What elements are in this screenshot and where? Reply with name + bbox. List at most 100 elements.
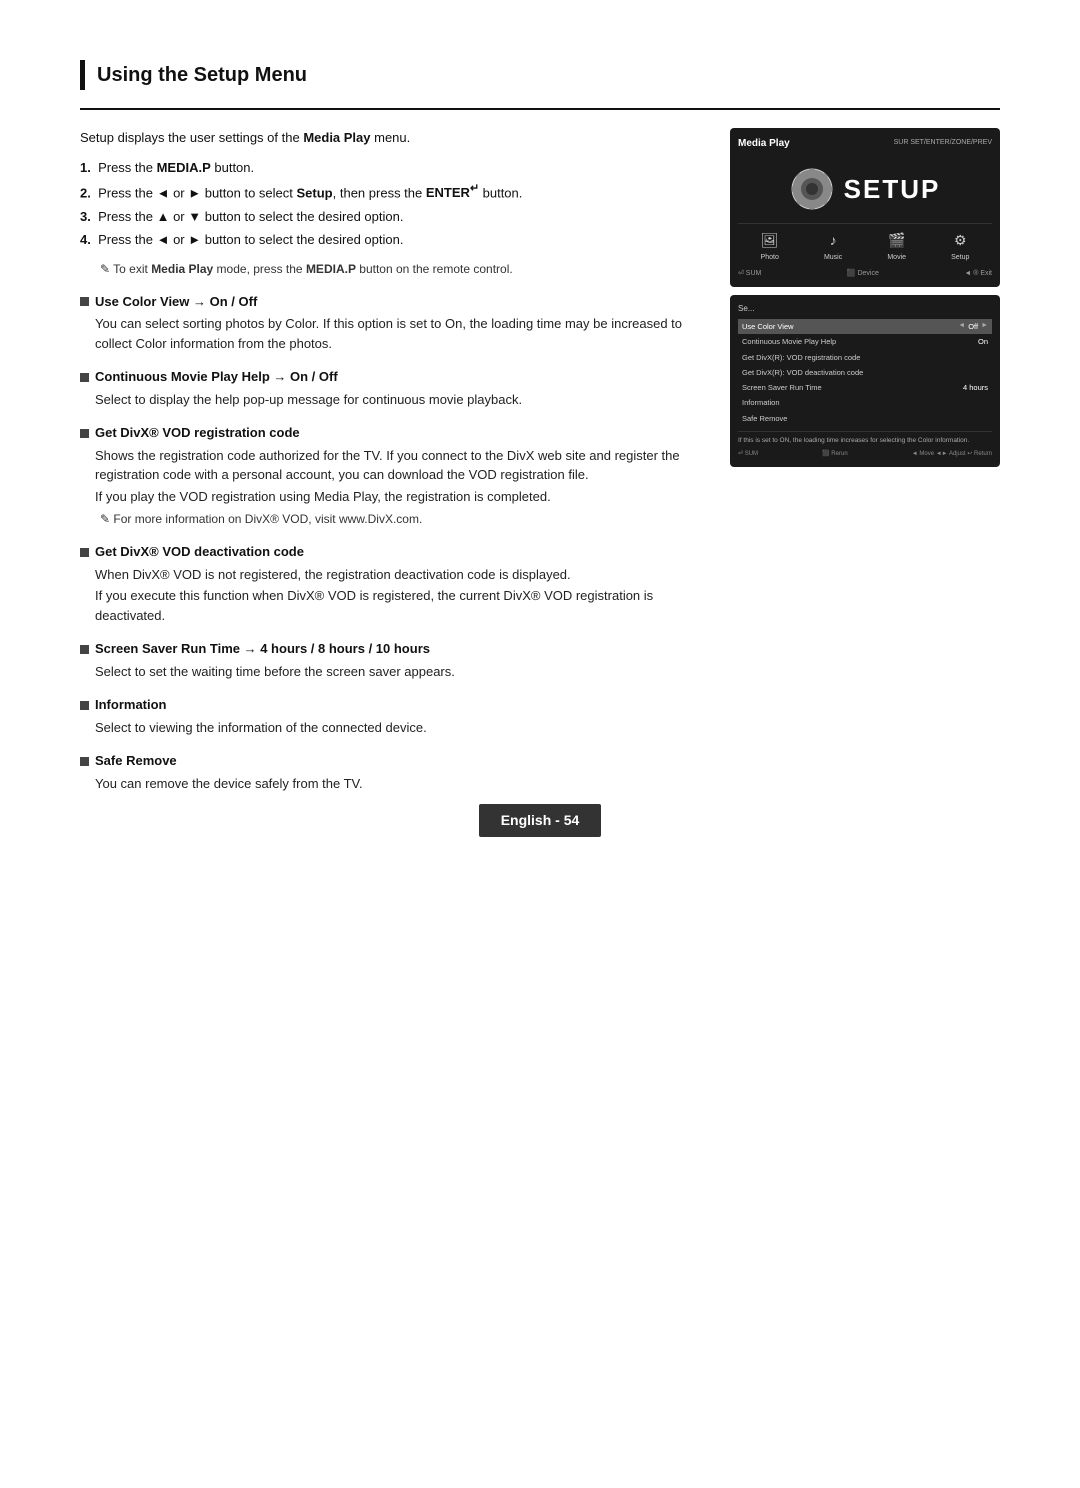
settings-row-divx-deact: Get DivX(R): VOD deactivation code bbox=[738, 365, 992, 380]
setup-label-text: SETUP bbox=[844, 170, 941, 209]
settings-value-color-view: ◄ Off ► bbox=[958, 321, 988, 332]
settings-row-safe-remove: Safe Remove bbox=[738, 411, 992, 426]
bullet-square-icon-7 bbox=[80, 757, 89, 766]
tv-top-bottom-bar: ⏎ SUM ⬛ Device ◄ ® Exit bbox=[738, 269, 992, 280]
settings-label-safe-remove: Safe Remove bbox=[742, 413, 787, 424]
tv-mediaplay-title: Media Play bbox=[738, 136, 790, 151]
page-container: Using the Setup Menu Setup displays the … bbox=[0, 0, 1080, 877]
tv-bot-sum: ⏎ SUM bbox=[738, 450, 758, 459]
section-title: Using the Setup Menu bbox=[80, 60, 1000, 90]
bullet-square-icon bbox=[80, 297, 89, 306]
tv-icon-music: ♪ Music bbox=[824, 230, 842, 264]
movie-icon: 🎬 bbox=[888, 230, 905, 251]
bullet-heading-continuous: Continuous Movie Play Help → On / Off bbox=[80, 367, 710, 387]
settings-row-divx-reg: Get DivX(R): VOD registration code bbox=[738, 350, 992, 365]
tv-icon-setup: ⚙ Setup bbox=[951, 230, 969, 264]
exit-note: To exit Media Play mode, press the MEDIA… bbox=[80, 260, 710, 278]
bullet-heading-divx-deact: Get DivX® VOD deactivation code bbox=[80, 542, 710, 562]
tv-screen-setup: Media Play SUR SET/ENTER/ZONE/PREV bbox=[730, 128, 1000, 287]
screenshots-panel: Media Play SUR SET/ENTER/ZONE/PREV bbox=[730, 128, 1000, 467]
main-text-area: Setup displays the user settings of the … bbox=[80, 128, 710, 797]
settings-row-screensaver: Screen Saver Run Time 4 hours bbox=[738, 380, 992, 395]
settings-row-information: Information bbox=[738, 395, 992, 410]
intro-paragraph: Setup displays the user settings of the … bbox=[80, 128, 710, 148]
step-4: 4. Press the ◄ or ► button to select the… bbox=[80, 230, 710, 250]
tv-bot-note-text: If this is set to ON, the loading time i… bbox=[738, 431, 992, 446]
tv-bot-bar: ⏎ SUM ⬛ Rerun ◄ Move ◄► Adjust ↩ Return bbox=[738, 450, 992, 459]
bullet-information: Information Select to viewing the inform… bbox=[80, 695, 710, 737]
settings-row-color-view: Use Color View ◄ Off ► bbox=[738, 319, 992, 334]
bullet-title-divx-deact: Get DivX® VOD deactivation code bbox=[95, 542, 304, 562]
setup-gear-icon bbox=[790, 167, 834, 211]
bullet-body-divx-reg-2: If you play the VOD registration using M… bbox=[95, 487, 710, 507]
bullet-body-information: Select to viewing the information of the… bbox=[95, 718, 710, 738]
tv-icon-photo: 🖼 Photo bbox=[761, 230, 779, 264]
divx-reg-note: For more information on DivX® VOD, visit… bbox=[80, 510, 710, 528]
tv-icons-row: 🖼 Photo ♪ Music 🎬 Movie ⚙ Setup bbox=[738, 223, 992, 264]
tv-bot-rerun: ⬛ Rerun bbox=[822, 450, 847, 459]
section-header: Using the Setup Menu bbox=[80, 60, 1000, 110]
bullet-heading-color-view: Use Color View → On / Off bbox=[80, 292, 710, 312]
bullet-body-divx-deact-2: If you execute this function when DivX® … bbox=[95, 586, 710, 625]
bullet-title-screensaver: Screen Saver Run Time → 4 hours / 8 hour… bbox=[95, 639, 430, 659]
music-label: Music bbox=[824, 253, 842, 264]
bullet-square-icon-2 bbox=[80, 373, 89, 382]
bullet-title-safe-remove: Safe Remove bbox=[95, 751, 177, 771]
settings-value-continuous: On bbox=[978, 336, 988, 347]
bullet-body-continuous: Select to display the help pop-up messag… bbox=[95, 390, 710, 410]
step-2: 2. Press the ◄ or ► button to select Set… bbox=[80, 181, 710, 203]
bullet-continuous-movie: Continuous Movie Play Help → On / Off Se… bbox=[80, 367, 710, 409]
bullet-heading-information: Information bbox=[80, 695, 710, 715]
tv-icon-movie: 🎬 Movie bbox=[887, 230, 906, 264]
bullet-body-screensaver: Select to set the waiting time before th… bbox=[95, 662, 710, 682]
bullet-square-icon-6 bbox=[80, 701, 89, 710]
settings-label-divx-deact: Get DivX(R): VOD deactivation code bbox=[742, 367, 863, 378]
tv-sum-label: ⏎ SUM bbox=[738, 269, 761, 280]
settings-label-continuous: Continuous Movie Play Help bbox=[742, 336, 836, 347]
bullet-divx-reg: Get DivX® VOD registration code Shows th… bbox=[80, 423, 710, 528]
tv-bot-controls: ◄ Move ◄► Adjust ↩ Return bbox=[912, 450, 992, 459]
bullet-safe-remove: Safe Remove You can remove the device sa… bbox=[80, 751, 710, 793]
bullet-divx-deact: Get DivX® VOD deactivation code When Div… bbox=[80, 542, 710, 625]
bullet-body-safe-remove: You can remove the device safely from th… bbox=[95, 774, 710, 794]
tv-setup-area: SETUP bbox=[738, 157, 992, 217]
bullet-heading-safe-remove: Safe Remove bbox=[80, 751, 710, 771]
settings-value-screensaver: 4 hours bbox=[963, 382, 988, 393]
bullet-square-icon-3 bbox=[80, 429, 89, 438]
bullet-use-color-view: Use Color View → On / Off You can select… bbox=[80, 292, 710, 354]
settings-row-continuous: Continuous Movie Play Help On bbox=[738, 334, 992, 349]
arrow-right-icon: ► bbox=[981, 321, 988, 332]
tv-screen-settings: Se... Use Color View ◄ Off ► Continuous … bbox=[730, 295, 1000, 467]
content-area: Setup displays the user settings of the … bbox=[80, 128, 1000, 797]
bullet-title-color-view: Use Color View → On / Off bbox=[95, 292, 257, 312]
settings-label-screensaver: Screen Saver Run Time bbox=[742, 382, 822, 393]
settings-label-information: Information bbox=[742, 397, 780, 408]
movie-label: Movie bbox=[887, 253, 906, 264]
tv-top-bar: Media Play SUR SET/ENTER/ZONE/PREV bbox=[738, 136, 992, 151]
bullet-heading-screensaver: Screen Saver Run Time → 4 hours / 8 hour… bbox=[80, 639, 710, 659]
bullet-square-icon-5 bbox=[80, 645, 89, 654]
footer: English - 54 bbox=[0, 804, 1080, 837]
bullet-body-divx-deact-1: When DivX® VOD is not registered, the re… bbox=[95, 565, 710, 585]
arrow-left-icon: ◄ bbox=[958, 321, 965, 332]
bullet-body-color-view: You can select sorting photos by Color. … bbox=[95, 314, 710, 353]
tv-sub-info: SUR SET/ENTER/ZONE/PREV bbox=[894, 138, 992, 149]
bullet-square-icon-4 bbox=[80, 548, 89, 557]
bullet-body-divx-reg-1: Shows the registration code authorized f… bbox=[95, 446, 710, 485]
gear-icon: ⚙ bbox=[954, 230, 967, 251]
bullet-heading-divx-reg: Get DivX® VOD registration code bbox=[80, 423, 710, 443]
footer-page-label: English - 54 bbox=[479, 804, 602, 837]
bullet-title-information: Information bbox=[95, 695, 167, 715]
steps-list: 1. Press the MEDIA.P button. 2. Press th… bbox=[80, 158, 710, 250]
step-3: 3. Press the ▲ or ▼ button to select the… bbox=[80, 207, 710, 227]
music-icon: ♪ bbox=[830, 230, 837, 251]
bullet-title-continuous: Continuous Movie Play Help → On / Off bbox=[95, 367, 338, 387]
top-divider bbox=[80, 108, 1000, 110]
tv-bot-title: Se... bbox=[738, 303, 992, 315]
settings-label-divx-reg: Get DivX(R): VOD registration code bbox=[742, 352, 860, 363]
tv-device-label: ⬛ Device bbox=[847, 269, 879, 280]
step-1: 1. Press the MEDIA.P button. bbox=[80, 158, 710, 178]
tv-exit-label: ◄ ® Exit bbox=[964, 269, 992, 280]
settings-label-color-view: Use Color View bbox=[742, 321, 794, 332]
photo-label: Photo bbox=[761, 253, 779, 264]
